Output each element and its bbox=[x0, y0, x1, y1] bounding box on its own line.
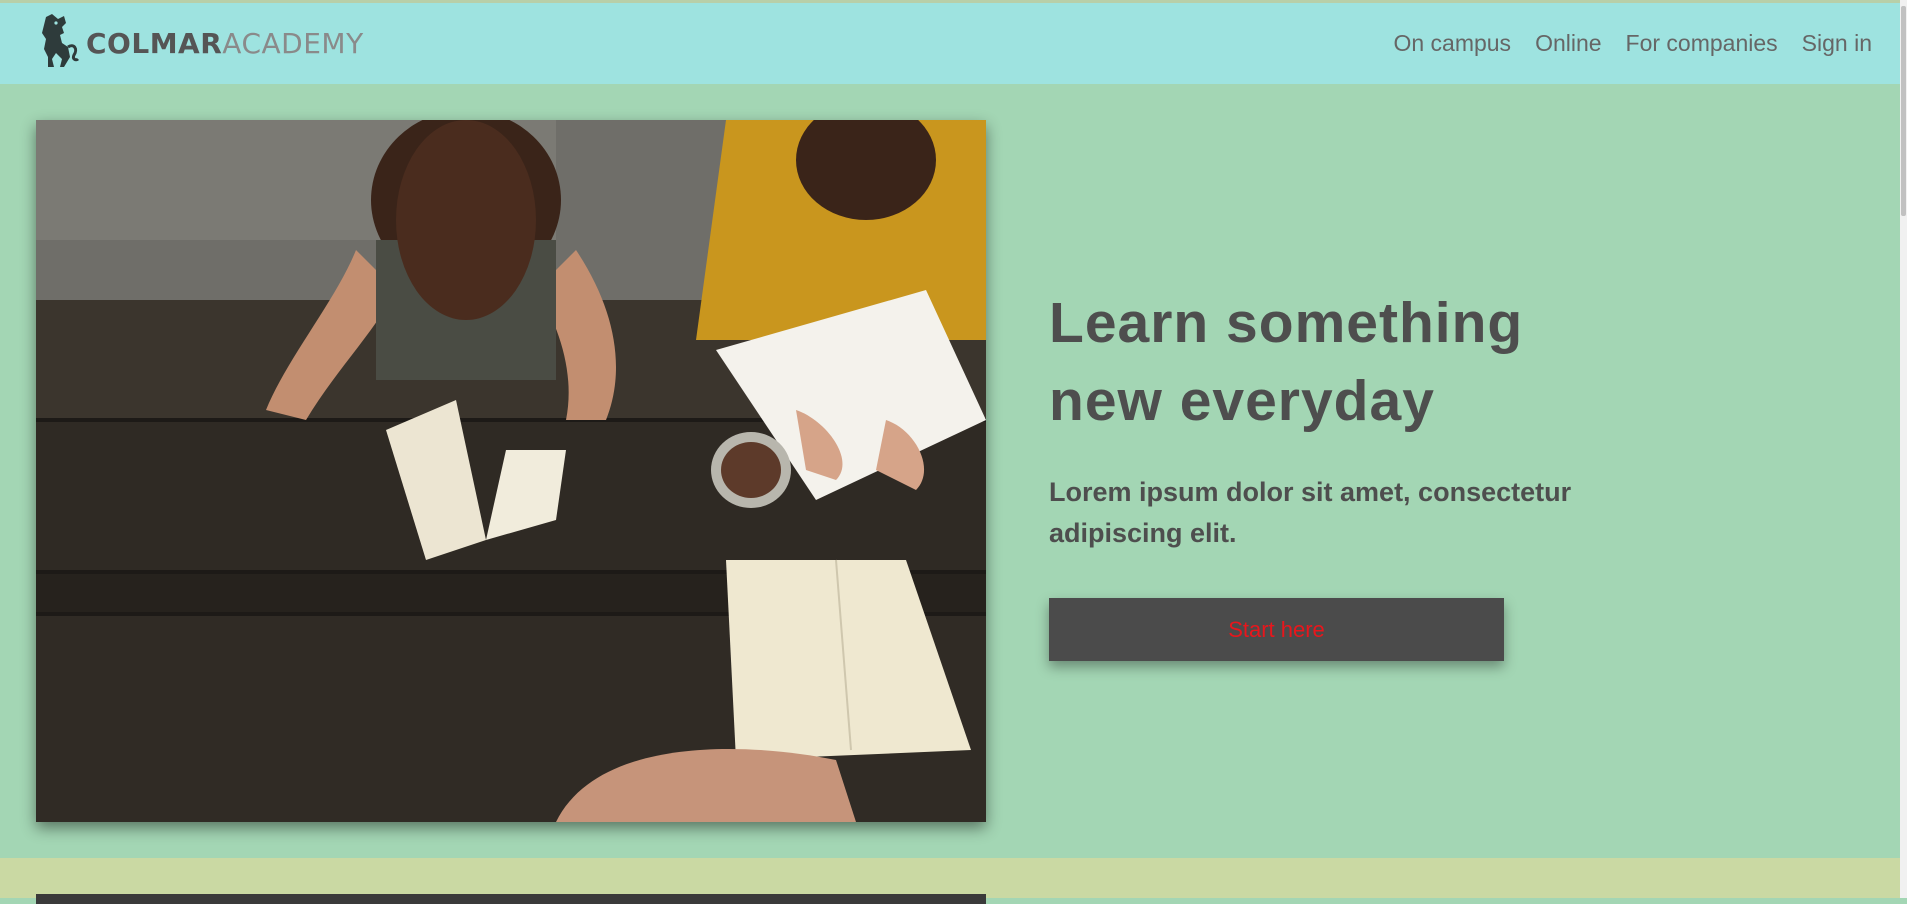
logo[interactable]: COLMARACADEMY bbox=[34, 13, 364, 73]
logo-text: COLMARACADEMY bbox=[86, 27, 364, 60]
lion-icon bbox=[34, 13, 80, 74]
nav-online[interactable]: Online bbox=[1535, 30, 1601, 57]
students-studying-photo bbox=[36, 120, 986, 822]
main-nav: On campus Online For companies Sign in bbox=[1369, 3, 1872, 84]
page-scrollbar[interactable] bbox=[1900, 0, 1907, 898]
site-header: COLMARACADEMY On campus Online For compa… bbox=[0, 3, 1900, 84]
logo-text-light: ACADEMY bbox=[222, 26, 364, 60]
nav-for-companies[interactable]: For companies bbox=[1626, 30, 1778, 57]
nav-sign-in[interactable]: Sign in bbox=[1802, 30, 1872, 57]
nav-on-campus[interactable]: On campus bbox=[1393, 30, 1511, 57]
hero-section: Learn something new everyday Lorem ipsum… bbox=[0, 84, 1900, 858]
next-section bbox=[0, 858, 1900, 904]
hero-heading: Learn something new everyday bbox=[1049, 291, 1524, 433]
logo-text-bold: COLMAR bbox=[86, 26, 223, 60]
scrollbar-thumb[interactable] bbox=[1901, 6, 1906, 216]
next-section-photo bbox=[36, 894, 986, 904]
start-here-button[interactable]: Start here bbox=[1049, 598, 1504, 661]
hero-subtext: Lorem ipsum dolor sit amet, consectetur … bbox=[1049, 477, 1572, 548]
